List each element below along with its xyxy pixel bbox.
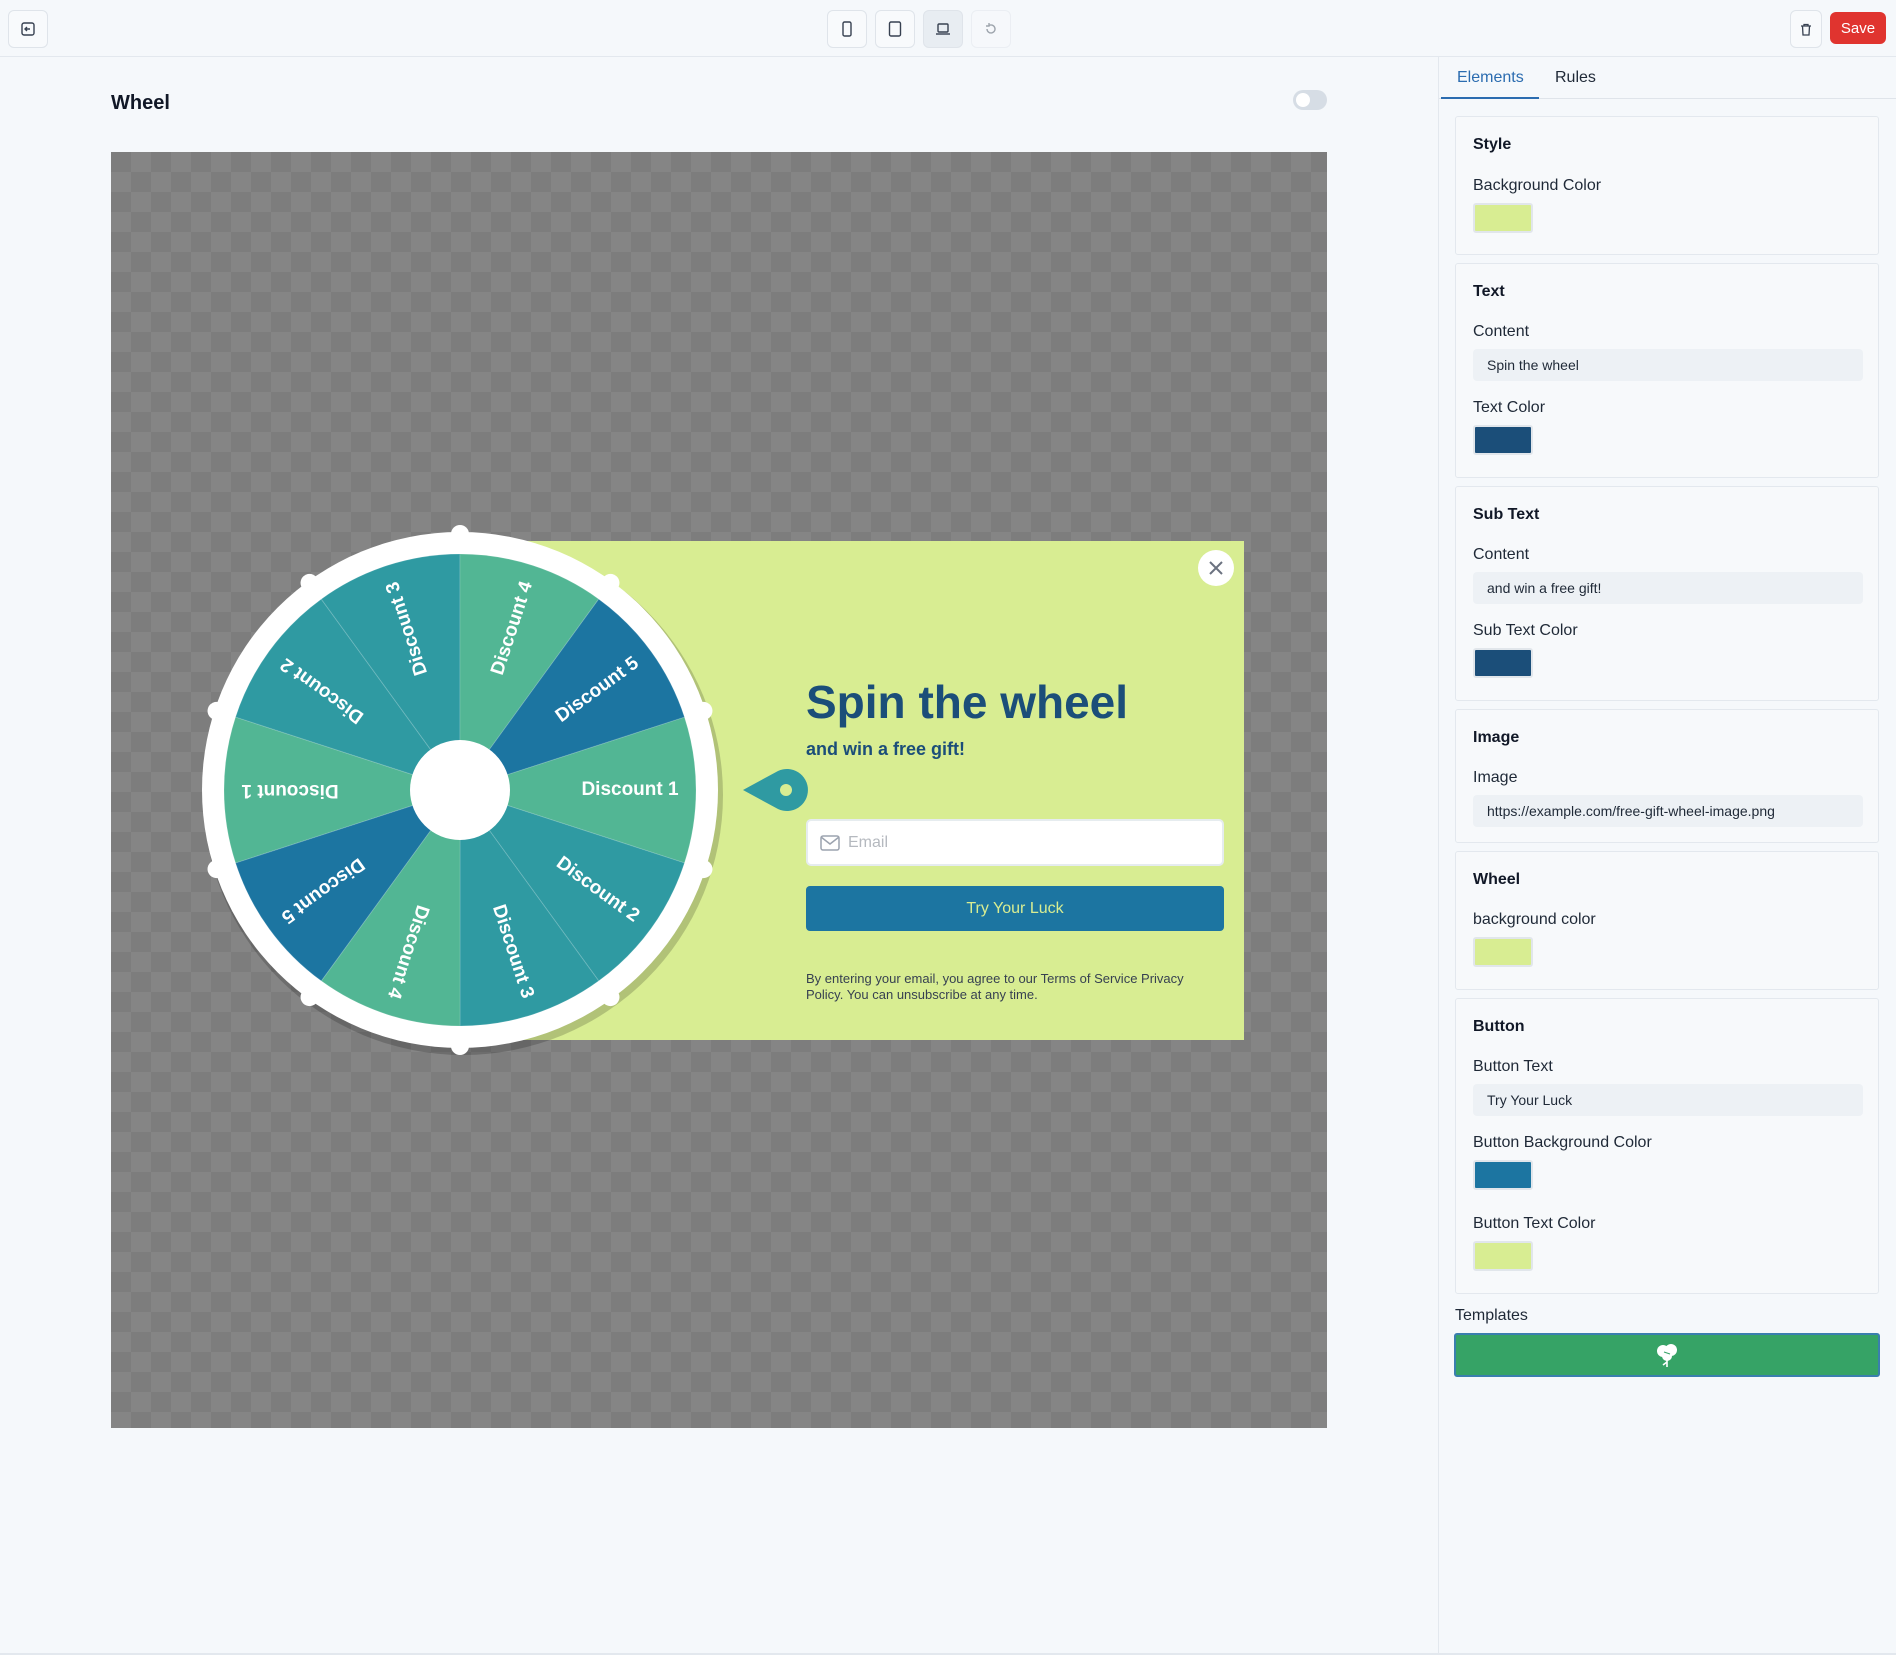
top-toolbar: Save xyxy=(0,0,1896,57)
tablet-icon xyxy=(888,21,902,37)
wheel-pointer-dot xyxy=(780,784,792,796)
popup-title: Spin the wheel xyxy=(806,676,1129,728)
device-desktop-button[interactable] xyxy=(923,10,963,48)
popup-close-button[interactable] xyxy=(1198,550,1234,586)
button-title: Button xyxy=(1473,1018,1525,1035)
style-title: Style xyxy=(1473,136,1512,153)
delete-button[interactable] xyxy=(1790,10,1822,48)
device-mobile-button[interactable] xyxy=(827,10,867,48)
save-button[interactable]: Save xyxy=(1830,12,1886,44)
enable-toggle[interactable] xyxy=(1293,90,1327,110)
wheel-peg xyxy=(694,860,713,879)
reset-icon xyxy=(986,23,996,34)
tab-elements[interactable]: Elements xyxy=(1457,69,1524,87)
wheel-peg xyxy=(451,1037,469,1055)
close-icon xyxy=(1209,561,1223,575)
text-color-label: Text Color xyxy=(1473,399,1546,416)
panel-tabs: Elements Rules xyxy=(1439,57,1896,99)
popup-subtitle: and win a free gift! xyxy=(806,739,966,759)
wheel-hub xyxy=(410,740,510,840)
button-text-label: Button Text xyxy=(1473,1058,1553,1075)
subtext-title: Sub Text xyxy=(1473,506,1540,523)
template-option[interactable] xyxy=(1454,1333,1880,1377)
active-tab-indicator xyxy=(1441,97,1539,99)
wheel-segment-label: Discount 1 xyxy=(581,779,679,800)
image-card: Image Image https://example.com/free-gif… xyxy=(1455,709,1879,843)
wheel-bg-swatch[interactable] xyxy=(1473,937,1533,967)
text-content-label: Content xyxy=(1473,323,1530,340)
device-tablet-button[interactable] xyxy=(875,10,915,48)
wheel-peg xyxy=(300,573,319,592)
legal-text: By entering your email, you agree to our… xyxy=(806,971,1184,1002)
button-text-color-label: Button Text Color xyxy=(1473,1215,1596,1232)
email-placeholder: Email xyxy=(848,833,889,851)
subtext-color-label: Sub Text Color xyxy=(1473,622,1578,639)
wheel-peg xyxy=(451,525,469,543)
style-card: Style Background Color xyxy=(1455,116,1879,255)
button-bg-label: Button Background Color xyxy=(1473,1134,1652,1151)
wheel-peg xyxy=(694,701,713,720)
button-text-color-swatch[interactable] xyxy=(1473,1241,1533,1271)
background-color-swatch[interactable] xyxy=(1473,203,1533,233)
wheel-peg xyxy=(207,701,226,720)
wheel-peg xyxy=(601,988,620,1007)
text-card: Text Content Spin the wheel Text Color xyxy=(1455,263,1879,478)
subtext-content-label: Content xyxy=(1473,546,1530,563)
template-flower-icon xyxy=(1657,1344,1677,1367)
text-color-swatch[interactable] xyxy=(1473,425,1533,455)
templates-label: Templates xyxy=(1455,1307,1528,1324)
delete-icon xyxy=(1801,23,1811,36)
button-card: Button Button Text Try Your Luck Button … xyxy=(1455,998,1879,1294)
try-your-luck-button[interactable]: Try Your Luck xyxy=(806,886,1224,931)
reset-button[interactable] xyxy=(971,10,1011,48)
wheel-card: Wheel background color xyxy=(1455,851,1879,990)
subtext-color-swatch[interactable] xyxy=(1473,648,1533,678)
image-title: Image xyxy=(1473,729,1520,746)
tab-rules[interactable]: Rules xyxy=(1555,69,1596,87)
wheel-peg xyxy=(207,860,226,879)
spin-wheel[interactable]: Discount 1Discount 2Discount 3Discount 4… xyxy=(200,520,808,1060)
button-text-input[interactable]: Try Your Luck xyxy=(1473,1084,1863,1116)
mail-icon xyxy=(820,834,840,851)
subtext-card: Sub Text Content and win a free gift! Su… xyxy=(1455,486,1879,701)
text-title: Text xyxy=(1473,283,1505,300)
background-color-label: Background Color xyxy=(1473,177,1602,194)
phone-icon xyxy=(842,21,852,37)
subtext-content-input[interactable]: and win a free gift! xyxy=(1473,572,1863,604)
wheel-segment-label: Discount 1 xyxy=(241,780,339,801)
wheel-peg xyxy=(601,573,620,592)
image-label: Image xyxy=(1473,769,1518,786)
wheel-peg xyxy=(300,988,319,1007)
image-url-input[interactable]: https://example.com/free-gift-wheel-imag… xyxy=(1473,795,1863,827)
wheel-title: Wheel xyxy=(1473,871,1521,888)
laptop-icon xyxy=(936,23,950,35)
exit-icon xyxy=(21,22,35,36)
page-title: Wheel xyxy=(111,92,170,114)
text-content-input[interactable]: Spin the wheel xyxy=(1473,349,1863,381)
settings-panel: Elements Rules Style Background Color Te… xyxy=(1438,57,1896,1655)
button-bg-swatch[interactable] xyxy=(1473,1160,1533,1190)
email-input[interactable]: Email xyxy=(806,819,1224,866)
wheel-bg-label: background color xyxy=(1473,911,1596,928)
exit-button[interactable] xyxy=(8,10,48,48)
